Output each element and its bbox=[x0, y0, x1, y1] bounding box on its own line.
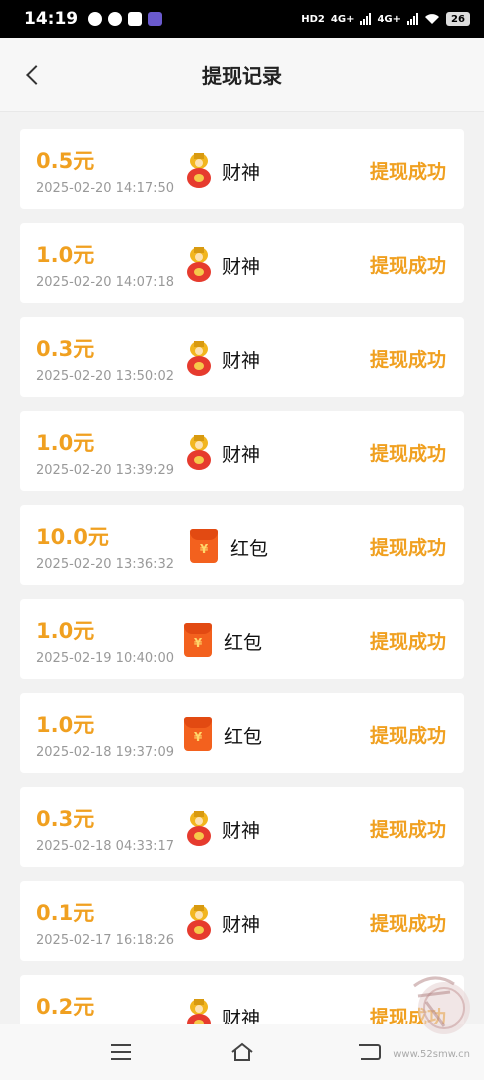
hd-voice-icon: HD2 bbox=[301, 13, 325, 25]
hongbao-icon: ¥ bbox=[184, 621, 216, 659]
battery-icon: 26 bbox=[446, 12, 470, 26]
menu-button[interactable] bbox=[106, 1038, 136, 1066]
caishen-icon bbox=[184, 245, 216, 283]
site-watermark: www.52smw.cn bbox=[393, 966, 476, 1062]
record-status: 提现成功 bbox=[369, 255, 446, 277]
home-button[interactable] bbox=[227, 1038, 257, 1066]
record-row: 0.1元 2025-02-17 16:18:26 财神 提现成功 bbox=[20, 881, 464, 961]
record-amount: 0.5元 bbox=[36, 149, 95, 173]
record-status: 提现成功 bbox=[369, 349, 446, 371]
camera-notification-icon bbox=[128, 12, 143, 26]
back-button[interactable] bbox=[18, 60, 48, 90]
record-row: 1.0元 2025-02-19 10:40:00 ¥ 红包 提现成功 bbox=[20, 599, 464, 679]
back-nav-button[interactable] bbox=[356, 1038, 386, 1066]
record-amount: 1.0元 bbox=[36, 431, 95, 455]
record-source: 红包 bbox=[224, 726, 263, 748]
record-source: 红包 bbox=[224, 632, 263, 654]
record-time: 2025-02-20 14:17:50 bbox=[36, 181, 175, 196]
record-status: 提现成功 bbox=[369, 161, 446, 183]
caishen-icon bbox=[184, 433, 216, 471]
record-amount: 0.3元 bbox=[36, 807, 95, 831]
record-row: 1.0元 2025-02-20 14:07:18 财神 提现成功 bbox=[20, 223, 464, 303]
withdraw-record-list[interactable]: 0.5元 2025-02-20 14:17:50 财神 提现成功 1.0元 20… bbox=[0, 112, 484, 1024]
back-icon bbox=[359, 1044, 381, 1060]
record-row: 0.3元 2025-02-18 04:33:17 财神 提现成功 bbox=[20, 787, 464, 867]
record-source: 红包 bbox=[230, 538, 269, 560]
record-row: 1.0元 2025-02-18 19:37:09 ¥ 红包 提现成功 bbox=[20, 693, 464, 773]
video-app-icon bbox=[148, 12, 163, 26]
record-source: 财神 bbox=[222, 162, 261, 184]
page-title: 提现记录 bbox=[202, 64, 282, 88]
record-amount: 0.3元 bbox=[36, 337, 95, 361]
hongbao-icon: ¥ bbox=[190, 527, 222, 565]
record-row: 1.0元 2025-02-20 13:39:29 财神 提现成功 bbox=[20, 411, 464, 491]
record-source: 财神 bbox=[222, 1008, 261, 1024]
yuan-symbol: ¥ bbox=[193, 636, 203, 650]
caishen-icon bbox=[184, 997, 216, 1024]
record-time: 2025-02-19 10:40:00 bbox=[36, 651, 175, 666]
status-bar: 14:19 HD2 4G+ 4G+ 26 bbox=[0, 0, 484, 38]
record-status: 提现成功 bbox=[369, 725, 446, 747]
network-type-2: 4G+ bbox=[377, 13, 401, 25]
record-time: 2025-02-18 04:33:17 bbox=[36, 839, 175, 854]
record-source: 财神 bbox=[222, 820, 261, 842]
record-source: 财神 bbox=[222, 444, 261, 466]
chevron-left-icon bbox=[26, 65, 46, 85]
yuan-symbol: ¥ bbox=[193, 730, 203, 744]
signal-icon bbox=[360, 13, 372, 25]
record-row: 10.0元 2025-02-20 13:36:32 ¥ 红包 提现成功 bbox=[20, 505, 464, 585]
record-time: 2025-02-20 14:07:18 bbox=[36, 275, 175, 290]
record-source: 财神 bbox=[222, 914, 261, 936]
record-status: 提现成功 bbox=[369, 443, 446, 465]
record-time: 2025-02-20 13:39:29 bbox=[36, 463, 175, 478]
watermark-text: www.52smw.cn bbox=[393, 1049, 470, 1060]
record-row: 0.5元 2025-02-20 14:17:50 财神 提现成功 bbox=[20, 129, 464, 209]
caishen-icon bbox=[184, 809, 216, 847]
caishen-icon bbox=[184, 151, 216, 189]
record-status: 提现成功 bbox=[369, 913, 446, 935]
record-status: 提现成功 bbox=[369, 631, 446, 653]
notification-icons bbox=[88, 12, 163, 26]
record-status: 提现成功 bbox=[369, 819, 446, 841]
yuan-symbol: ¥ bbox=[199, 542, 209, 556]
record-time: 2025-02-20 13:50:02 bbox=[36, 369, 175, 384]
record-amount: 0.2元 bbox=[36, 995, 95, 1019]
record-time: 2025-02-18 19:37:09 bbox=[36, 745, 175, 760]
hongbao-icon: ¥ bbox=[184, 715, 216, 753]
nav-bar: 提现记录 bbox=[0, 38, 484, 112]
record-amount: 1.0元 bbox=[36, 713, 95, 737]
caishen-icon bbox=[184, 903, 216, 941]
record-amount: 10.0元 bbox=[36, 525, 109, 549]
record-amount: 0.1元 bbox=[36, 901, 95, 925]
signal-icon-2 bbox=[407, 13, 418, 25]
wifi-icon bbox=[425, 14, 439, 24]
watermark-seal-icon bbox=[413, 976, 470, 1034]
record-source: 财神 bbox=[222, 256, 261, 278]
network-type-1: 4G+ bbox=[330, 13, 355, 25]
status-right: HD2 4G+ 4G+ 26 bbox=[301, 12, 470, 26]
record-time: 2025-02-20 13:36:32 bbox=[36, 557, 175, 572]
status-time: 14:19 bbox=[24, 9, 79, 29]
record-amount: 1.0元 bbox=[36, 619, 95, 643]
record-amount: 1.0元 bbox=[36, 243, 95, 267]
menu-icon bbox=[111, 1044, 131, 1060]
wechat-icon bbox=[88, 12, 103, 26]
record-row: 0.3元 2025-02-20 13:50:02 财神 提现成功 bbox=[20, 317, 464, 397]
record-time: 2025-02-17 16:18:26 bbox=[36, 933, 175, 948]
app-notification-icon bbox=[108, 12, 123, 26]
caishen-icon bbox=[184, 339, 216, 377]
home-icon bbox=[231, 1042, 253, 1061]
record-source: 财神 bbox=[222, 350, 261, 372]
record-row: 0.2元 财神 提现成功 bbox=[20, 975, 464, 1024]
record-status: 提现成功 bbox=[369, 537, 446, 559]
